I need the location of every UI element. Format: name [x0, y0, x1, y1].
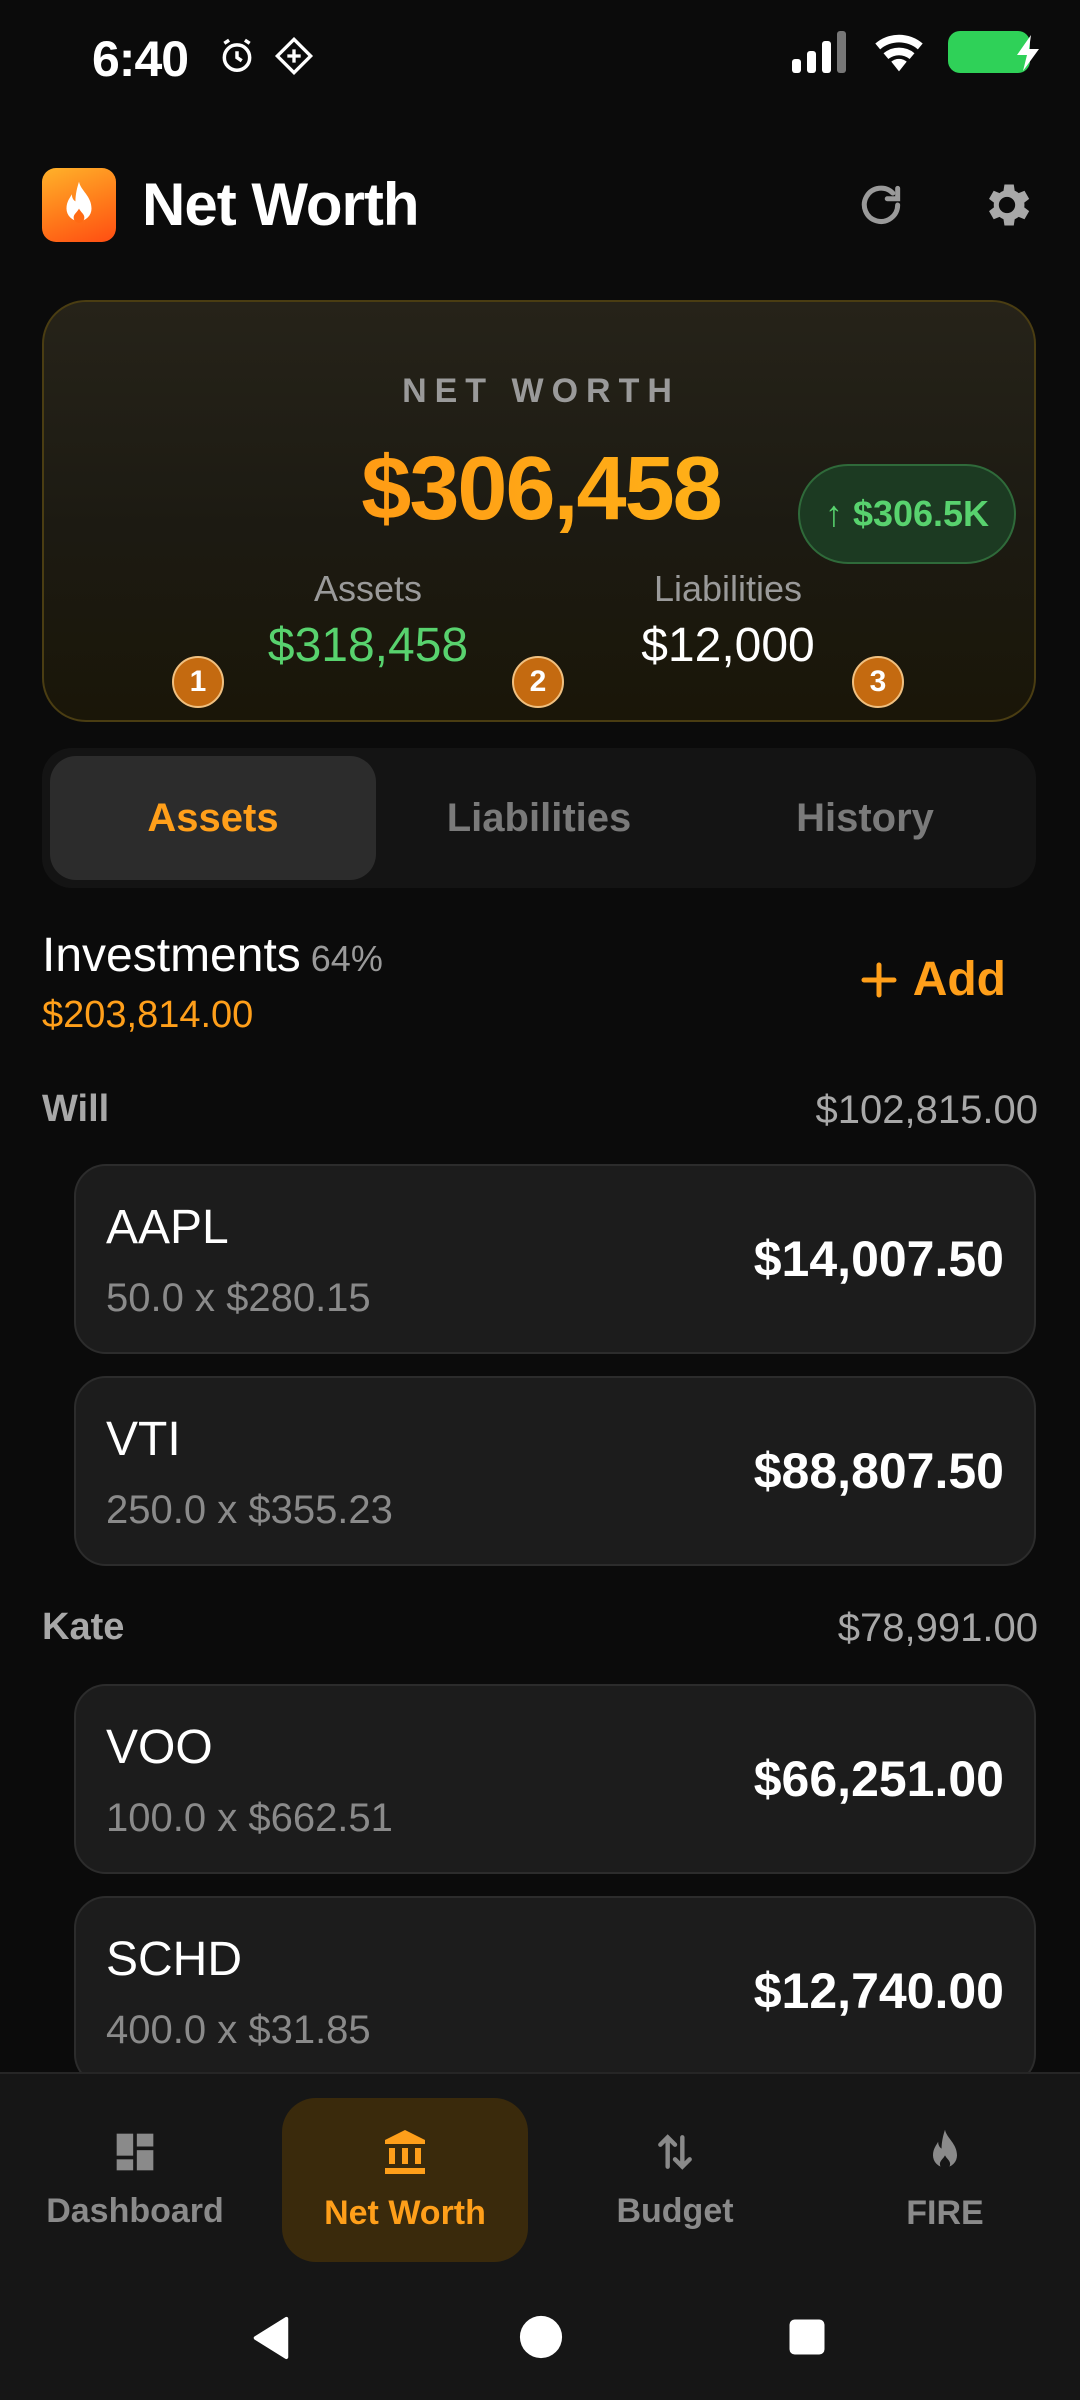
holding-value: $12,740.00 [753, 1963, 1004, 2019]
settings-button[interactable] [974, 172, 1040, 238]
nav-label: Budget [616, 2191, 734, 2230]
status-right-icons [790, 30, 1039, 74]
tab-history[interactable]: History [702, 756, 1028, 880]
battery-icon [948, 31, 1039, 73]
dashboard-icon [116, 2133, 154, 2170]
liabilities-label: Liabilities [653, 568, 803, 609]
nav-label: FIRE [906, 2193, 984, 2232]
bottom-navigation: Dashboard Net Worth Budget FIRE [0, 2072, 1080, 2274]
signal-icon [792, 31, 846, 73]
status-time: 6:40 [92, 31, 189, 87]
asset-tabs: Assets Liabilities History [42, 748, 1036, 888]
flame-logo-icon [66, 181, 92, 223]
home-icon [519, 2315, 563, 2359]
refresh-icon [861, 185, 901, 224]
tab-liabilities[interactable]: Liabilities [376, 756, 702, 880]
app-icon [274, 36, 314, 76]
owner-total: $78,991.00 [837, 1606, 1038, 1650]
flame-icon [933, 2129, 957, 2169]
step-badge-3: 3 [852, 656, 904, 708]
section-total: $203,814.00 [42, 994, 254, 1036]
net-worth-change-badge: ↑ $306.5K [798, 464, 1016, 564]
back-button[interactable] [248, 2314, 294, 2367]
nav-budget[interactable]: Budget [552, 2098, 798, 2262]
holding-ticker: AAPL [106, 1201, 229, 1254]
status-left-icons [218, 36, 314, 76]
holding-ticker: VOO [106, 1721, 213, 1774]
refresh-button[interactable] [848, 172, 914, 238]
assets-label: Assets [313, 568, 423, 609]
nav-dashboard[interactable]: Dashboard [12, 2098, 258, 2262]
nav-label: Net Worth [324, 2193, 486, 2232]
system-navigation-bar [0, 2272, 1080, 2400]
plus-icon [861, 962, 897, 997]
holding-ticker: SCHD [106, 1933, 243, 1986]
nav-fire[interactable]: FIRE [822, 2098, 1068, 2262]
transfer-icon [658, 2133, 692, 2170]
section-percent: 64% [310, 938, 383, 979]
back-icon [253, 2316, 289, 2360]
holding-detail: 100.0 x $662.51 [106, 1796, 393, 1840]
holding-detail: 50.0 x $280.15 [106, 1276, 371, 1320]
holding-detail: 250.0 x $355.23 [106, 1488, 393, 1532]
owner-name: Kate [42, 1606, 125, 1648]
wifi-icon [875, 34, 923, 72]
holding-value: $66,251.00 [753, 1751, 1004, 1807]
recents-button[interactable] [786, 2316, 828, 2363]
add-label: Add [912, 953, 1006, 1006]
tab-assets[interactable]: Assets [50, 756, 376, 880]
home-button[interactable] [518, 2314, 564, 2365]
owner-total: $102,815.00 [815, 1088, 1038, 1132]
alarm-icon [222, 38, 252, 72]
holding-ticker: VTI [106, 1413, 181, 1466]
owner-name: Will [42, 1088, 110, 1130]
step-badge-2: 2 [512, 656, 564, 708]
nav-net-worth[interactable]: Net Worth [282, 2098, 528, 2262]
step-badge-1: 1 [172, 656, 224, 708]
add-investment-button[interactable]: Add [859, 952, 1006, 1007]
page-title: Net Worth [142, 171, 420, 238]
holding-value: $88,807.50 [753, 1443, 1004, 1499]
liabilities-value: $12,000 [641, 619, 815, 672]
holding-card[interactable]: VTI 250.0 x $355.23 $88,807.50 [74, 1376, 1036, 1566]
net-worth-summary-card: NET WORTH $306,458 ↑ $306.5K Assets $318… [42, 300, 1036, 722]
recents-icon [789, 2319, 825, 2355]
assets-value: $318,458 [267, 619, 469, 672]
net-worth-label: NET WORTH [402, 372, 680, 410]
holding-card[interactable]: AAPL 50.0 x $280.15 $14,007.50 [74, 1164, 1036, 1354]
holding-detail: 400.0 x $31.85 [106, 2008, 371, 2052]
gear-icon [989, 184, 1030, 226]
holding-value: $14,007.50 [753, 1231, 1004, 1287]
bank-icon [385, 2129, 425, 2174]
nav-label: Dashboard [46, 2191, 224, 2230]
section-header: Investments 64% [42, 928, 383, 983]
holding-card[interactable]: SCHD 400.0 x $31.85 $12,740.00 [74, 1896, 1036, 2086]
holding-card[interactable]: VOO 100.0 x $662.51 $66,251.00 [74, 1684, 1036, 1874]
app-logo [42, 168, 116, 242]
section-title: Investments [42, 929, 301, 982]
